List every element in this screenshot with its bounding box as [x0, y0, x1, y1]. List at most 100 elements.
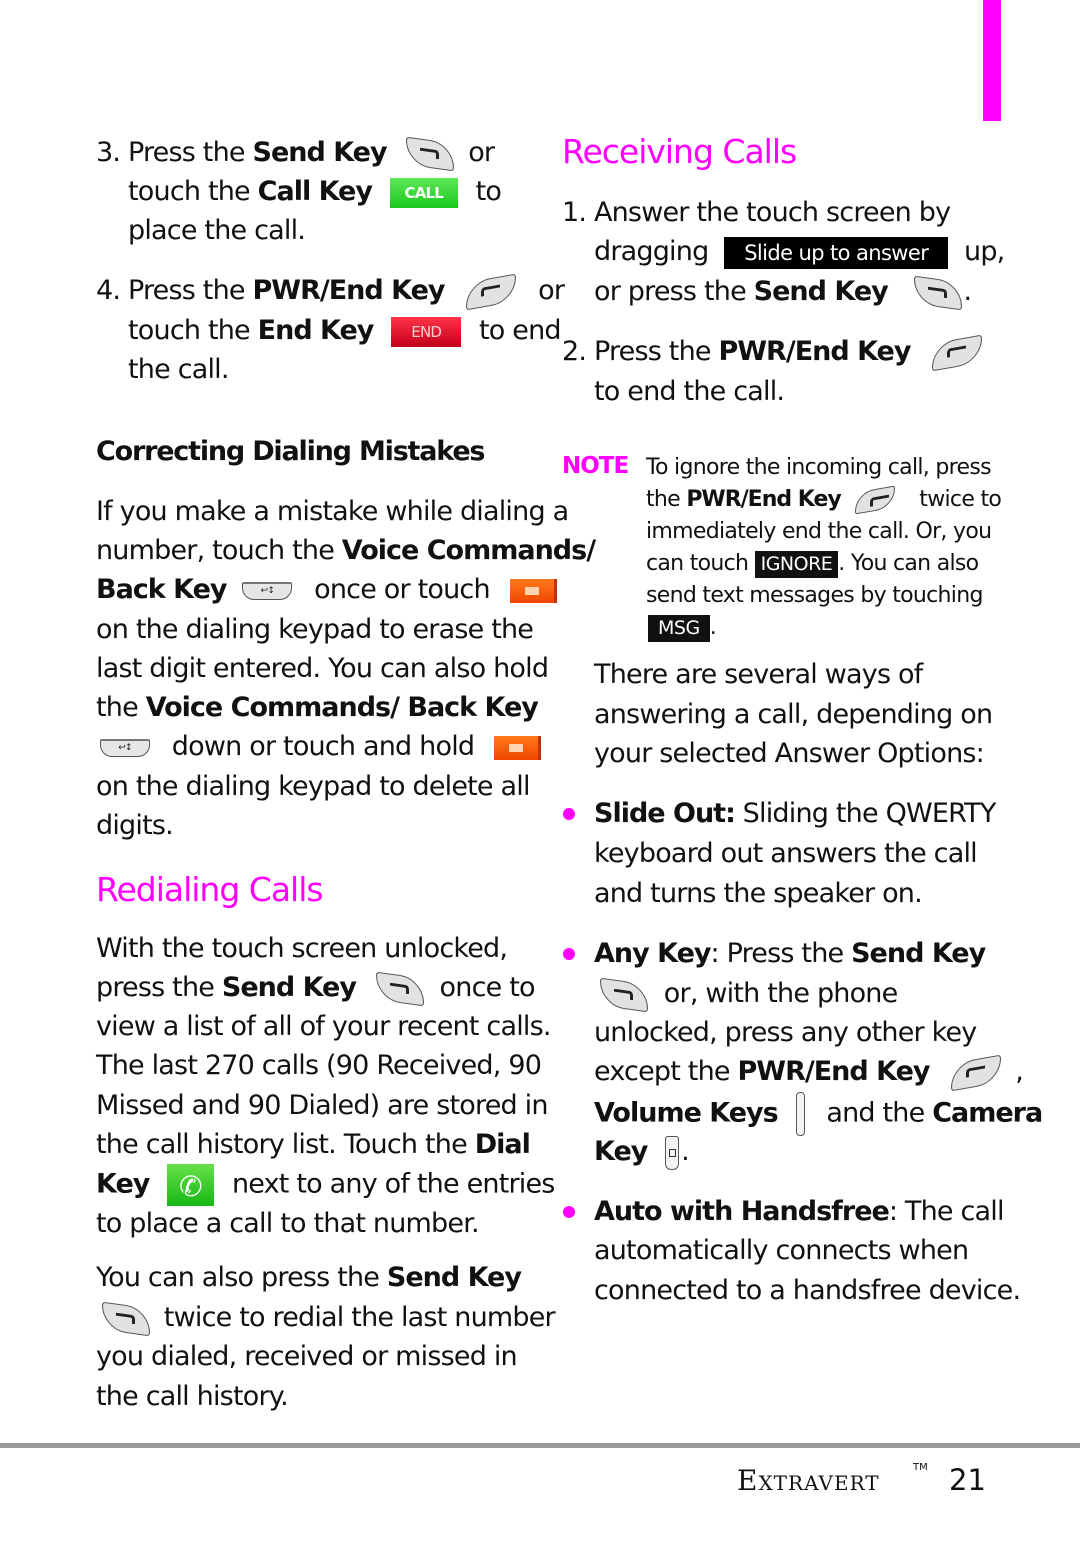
redialing-line: Key next to any of the entries [96, 1164, 555, 1206]
text: . You can also [838, 551, 979, 576]
voice-commands-key-label: Voice Commands/ [341, 535, 596, 566]
pwr-end-key-icon [855, 485, 895, 515]
pwr-end-key-label: PWR/End Key [718, 336, 911, 367]
back-key-label: Back Key [96, 574, 228, 605]
bullet-icon [563, 808, 575, 820]
text: : The call [888, 1196, 1005, 1227]
footer-trademark: TM [913, 1462, 928, 1473]
text: : Press the [710, 938, 852, 969]
option-label: Any Key [594, 938, 711, 969]
correcting-line: on the dialing keypad to delete all [96, 771, 530, 802]
camera-key-label: Key [594, 1136, 648, 1167]
note-line: send text messages by touching [646, 583, 983, 608]
ways-line: There are several ways of [594, 659, 923, 690]
text: the [96, 692, 146, 723]
text: dragging [594, 236, 709, 267]
pwr-end-key-label: PWR/End Key [252, 275, 446, 306]
text: , [1015, 1056, 1024, 1087]
section-tab-marker [983, 0, 1001, 121]
bullet-line: automatically connects when [594, 1235, 969, 1266]
text: to end [479, 315, 562, 346]
text: the call history list. Touch the [96, 1129, 475, 1160]
step-number: 3. [96, 137, 121, 168]
redialing-line: you dialed, received or missed in [96, 1341, 518, 1372]
pwr-end-key-label: PWR/End Key [737, 1056, 931, 1087]
text: once to [439, 972, 536, 1003]
send-key-label: Send Key [851, 938, 986, 969]
bullet-line: or, with the phone [600, 974, 898, 1013]
text: You can also press the [96, 1262, 387, 1293]
text: number, touch the [96, 535, 342, 566]
text: twice to [919, 487, 1002, 512]
step-number: 4. [96, 275, 121, 306]
text: or [468, 137, 495, 168]
delete-key-icon [494, 735, 542, 760]
footer-brand: Extravert [737, 1464, 880, 1497]
bullet-slide-out: Slide Out: Sliding the QWERTY [594, 794, 996, 833]
bullet-line: and turns the speaker on. [594, 878, 923, 909]
bullet-line: connected to a handsfree device. [594, 1275, 1021, 1306]
camera-key-icon [665, 1135, 680, 1170]
receiving-line: 2. Press the PWR/End Key [562, 332, 983, 371]
dial-key-label: Dial [474, 1129, 531, 1160]
note-line: To ignore the incoming call, press [646, 455, 992, 480]
bullet-line: keyboard out answers the call [594, 838, 978, 869]
pwr-end-key-icon [932, 334, 983, 371]
bullet-any-key: Any Key: Press the Send Key [594, 934, 986, 973]
text: and the [826, 1097, 933, 1129]
redialing-heading: Redialing Calls [96, 870, 324, 909]
send-key-icon [406, 136, 455, 171]
receiving-line: dragging Slide up to answer up, [594, 232, 1005, 271]
step-4-line-3: the call. [128, 354, 229, 385]
redialing-line: view a list of all of your recent calls. [96, 1011, 551, 1042]
correcting-line: number, touch the Voice Commands/ [96, 531, 596, 570]
step-3-line-1: 3. Press the Send Key or [96, 133, 495, 172]
receiving-line: 1. Answer the touch screen by [562, 197, 951, 228]
text: except the [594, 1056, 738, 1087]
ways-line: your selected Answer Options: [594, 738, 985, 769]
redialing-line: With the touch screen unlocked, [96, 933, 508, 964]
voice-back-key-label: Voice Commands/ Back Key [145, 692, 539, 723]
send-key-label: Send Key [753, 276, 889, 307]
option-label: Slide Out: [594, 798, 736, 829]
volume-keys-label: Volume Keys [594, 1097, 779, 1129]
text: . [681, 1136, 690, 1167]
bullet-icon [563, 948, 575, 960]
text: the [646, 487, 687, 512]
bullet-line: except the PWR/End Key , [594, 1052, 1024, 1091]
text: . [709, 615, 717, 640]
text: twice to redial the last number [163, 1302, 556, 1333]
text: Press the [127, 275, 253, 306]
pwr-end-key-icon [951, 1054, 1002, 1091]
send-key-icon [102, 1301, 150, 1336]
correcting-line: Back Key ↩↕ once or touch [96, 570, 557, 609]
correcting-line: the Voice Commands/ Back Key [96, 688, 539, 727]
send-key-label: Send Key [252, 137, 388, 168]
receiving-line: or press the Send Key . [594, 272, 973, 311]
redialing-line: The last 270 calls (90 Received, 90 [96, 1050, 542, 1081]
text: or [538, 275, 565, 306]
receiving-line: to end the call. [594, 376, 785, 407]
text: once or touch [314, 574, 490, 605]
text: . [963, 276, 973, 307]
text: to [475, 176, 502, 207]
note-line: can touch IGNORE. You can also [646, 548, 979, 580]
correcting-line: on the dialing keypad to erase the [96, 614, 534, 645]
redialing-line: You can also press the Send Key [96, 1258, 522, 1297]
text: can touch [646, 551, 749, 576]
text: touch the [128, 315, 258, 346]
send-key-label: Send Key [221, 972, 357, 1003]
camera-key-label: Camera [932, 1097, 1043, 1129]
end-key-label: End Key [257, 315, 375, 346]
footer-rule [0, 1443, 1080, 1448]
redialing-line: press the Send Key once to [96, 968, 536, 1007]
receiving-heading: Receiving Calls [562, 132, 797, 171]
send-key-icon [913, 275, 962, 310]
pwr-end-key-icon [466, 273, 517, 310]
msg-button-icon: MSG [648, 614, 710, 642]
redialing-line: the call history. [96, 1381, 289, 1412]
call-key-icon: CALL [389, 177, 458, 208]
redialing-line: Missed and 90 Dialed) are stored in [96, 1090, 548, 1121]
correcting-line: last digit entered. You can also hold [96, 653, 549, 684]
note-label: NOTE [562, 453, 629, 479]
